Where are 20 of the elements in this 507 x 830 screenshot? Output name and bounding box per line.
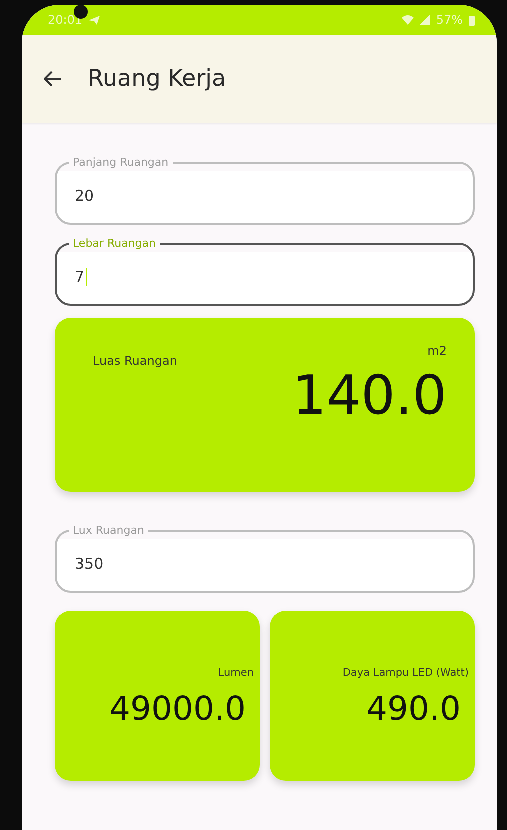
field-label: Lebar Ruangan <box>72 237 157 251</box>
back-button[interactable] <box>44 71 62 87</box>
result-value: 49000.0 <box>110 689 247 728</box>
page-title: Ruang Kerja <box>88 66 226 92</box>
card-label: Lumen <box>218 667 254 679</box>
signal-icon <box>420 15 430 25</box>
card-label: Daya Lampu LED (Watt) <box>342 667 469 679</box>
result-value: 140.0 <box>292 364 447 427</box>
unit-label: m2 <box>428 344 447 360</box>
wifi-icon <box>402 15 414 25</box>
result-value: 490.0 <box>366 689 462 728</box>
field-value: 20 <box>75 186 94 204</box>
field-value: 350 <box>75 554 104 572</box>
field-label: Lux Ruangan <box>72 524 146 538</box>
battery-level: 57% <box>436 13 463 27</box>
card-label: Luas Ruangan <box>93 354 178 368</box>
send-icon <box>88 16 100 24</box>
battery-icon <box>469 14 475 26</box>
field-label: Panjang Ruangan <box>72 156 170 170</box>
field-value: 7 <box>75 268 87 286</box>
